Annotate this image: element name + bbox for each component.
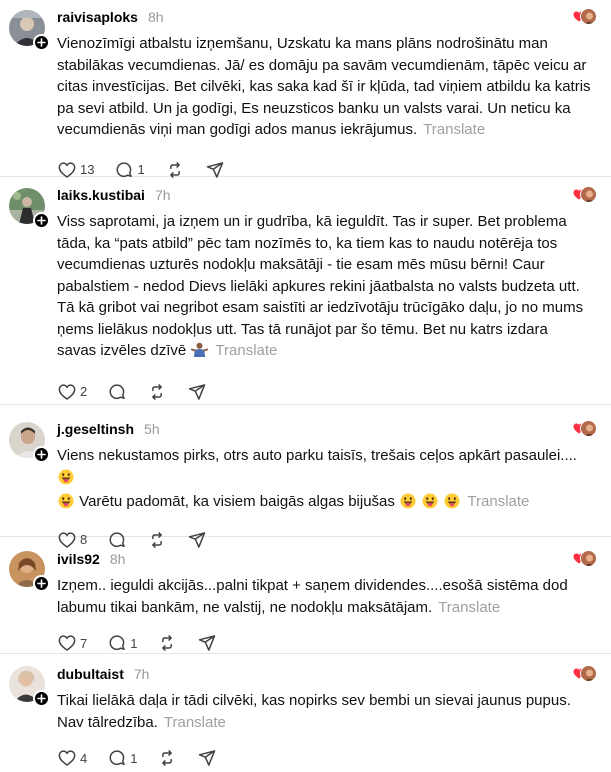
translate-link[interactable]: Translate <box>164 714 226 731</box>
follow-plus-icon[interactable] <box>33 212 50 229</box>
follow-plus-icon[interactable] <box>33 34 50 51</box>
avatar-wrap <box>9 188 50 229</box>
post-text: Viens nekustamos pirks, otrs auto parku … <box>57 445 597 516</box>
username[interactable]: raivisaploks <box>57 9 138 25</box>
author-liked-indicator <box>573 549 597 569</box>
username[interactable]: j.geseltinsh <box>57 421 134 437</box>
share-icon <box>188 383 206 400</box>
avatar-wrap <box>9 666 50 707</box>
reply-count: 1 <box>137 162 145 177</box>
username[interactable]: laiks.kustibai <box>57 187 145 203</box>
avatar-wrap <box>9 551 50 592</box>
like-count: 13 <box>80 162 95 177</box>
person-shrugging-emoji <box>191 341 209 365</box>
like-count: 7 <box>80 635 88 651</box>
post-text-content: Viss saprotami, ja izņem un ir gudrība, … <box>57 213 584 359</box>
post-time: 7h <box>154 187 171 203</box>
follow-plus-icon[interactable] <box>33 446 50 463</box>
post-header: dubultaist 7h <box>57 664 597 684</box>
post-text-content-2: Varētu padomāt, ka visiem baigās algas b… <box>79 493 395 510</box>
username[interactable]: dubultaist <box>57 666 124 682</box>
repost-icon <box>152 383 163 400</box>
mini-avatar <box>580 665 597 682</box>
reply-button[interactable] <box>107 382 127 402</box>
share-button[interactable] <box>197 633 217 653</box>
post-time: 5h <box>144 421 160 437</box>
like-button[interactable]: 4 <box>57 748 87 768</box>
share-icon <box>199 635 216 651</box>
mini-avatar <box>580 186 597 203</box>
heart-icon <box>58 383 76 400</box>
like-button[interactable]: 2 <box>57 382 87 402</box>
action-bar: 2 <box>57 381 597 403</box>
replies-feed: raivisaploks 8h Vienozīmīgi atbalstu izņ… <box>0 0 611 772</box>
follow-plus-icon[interactable] <box>33 575 50 592</box>
post-time: 8h <box>109 551 126 567</box>
reply-count: 1 <box>130 750 138 766</box>
share-button[interactable] <box>187 382 207 402</box>
repost-button[interactable] <box>147 382 167 402</box>
mini-avatar <box>580 8 597 25</box>
reply-post: j.geseltinsh 5h Viens nekustamos pirks, … <box>0 405 611 548</box>
grinning-tongue-emoji <box>444 493 460 516</box>
comment-icon <box>109 383 126 399</box>
post-time: 8h <box>147 9 164 25</box>
repost-icon <box>162 750 173 766</box>
post-text: Viss saprotami, ja izņem un ir gudrība, … <box>57 211 597 365</box>
username[interactable]: ivils92 <box>57 551 100 567</box>
post-text-content: Viens nekustamos pirks, otrs auto parku … <box>57 447 577 464</box>
avatar-wrap <box>9 10 50 51</box>
mini-avatar <box>580 550 597 567</box>
post-header: j.geseltinsh 5h <box>57 419 597 439</box>
reply-button[interactable]: 1 <box>107 748 137 768</box>
follow-plus-icon[interactable] <box>33 690 50 707</box>
post-time: 7h <box>133 666 150 682</box>
post-header: raivisaploks 8h <box>57 7 597 27</box>
share-button[interactable] <box>197 748 217 768</box>
post-text-content: Vienozīmīgi atbalstu izņemšanu, Uzskatu … <box>57 35 591 138</box>
repost-icon <box>162 635 173 651</box>
comment-icon <box>109 635 126 651</box>
grinning-tongue-emoji <box>58 469 74 492</box>
action-bar: 4 1 <box>57 747 597 769</box>
mini-avatar <box>580 420 597 437</box>
reply-button[interactable]: 1 <box>107 633 137 653</box>
grinning-tongue-emoji <box>400 493 416 516</box>
like-button[interactable]: 7 <box>57 633 87 653</box>
post-text-content: Tikai lielākā daļa ir tādi cilvēki, kas … <box>57 692 571 731</box>
repost-button[interactable] <box>157 748 177 768</box>
post-text: Vienozīmīgi atbalstu izņemšanu, Uzskatu … <box>57 33 597 141</box>
post-header: laiks.kustibai 7h <box>57 185 597 205</box>
reply-post: dubultaist 7h Tikai lielākā daļa ir tādi… <box>0 654 611 772</box>
like-count: 2 <box>80 384 88 399</box>
like-count: 4 <box>80 750 88 766</box>
grinning-tongue-emoji <box>58 493 74 516</box>
author-liked-indicator <box>573 185 597 205</box>
translate-link[interactable]: Translate <box>438 599 500 616</box>
author-liked-indicator <box>573 7 597 27</box>
post-text: Izņem.. ieguldi akcijās...palni tikpat +… <box>57 575 597 618</box>
avatar-wrap <box>9 422 50 463</box>
reply-post: ivils92 8h Izņem.. ieguldi akcijās...pal… <box>0 537 611 654</box>
author-liked-indicator <box>573 419 597 439</box>
grinning-tongue-emoji <box>422 493 438 516</box>
share-icon <box>199 750 216 766</box>
repost-button[interactable] <box>157 633 177 653</box>
translate-link[interactable]: Translate <box>423 121 485 138</box>
reply-post: raivisaploks 8h Vienozīmīgi atbalstu izņ… <box>0 0 611 178</box>
translate-link[interactable]: Translate <box>467 493 529 510</box>
heart-icon <box>58 635 76 651</box>
post-text: Tikai lielākā daļa ir tādi cilvēki, kas … <box>57 690 597 733</box>
post-header: ivils92 8h <box>57 549 597 569</box>
comment-icon <box>109 750 126 766</box>
translate-link[interactable]: Translate <box>215 342 277 359</box>
heart-icon <box>58 750 76 766</box>
action-bar: 7 1 <box>57 632 597 654</box>
reply-count: 1 <box>130 635 138 651</box>
author-liked-indicator <box>573 664 597 684</box>
reply-post: laiks.kustibai 7h Viss saprotami, ja izņ… <box>0 177 611 405</box>
